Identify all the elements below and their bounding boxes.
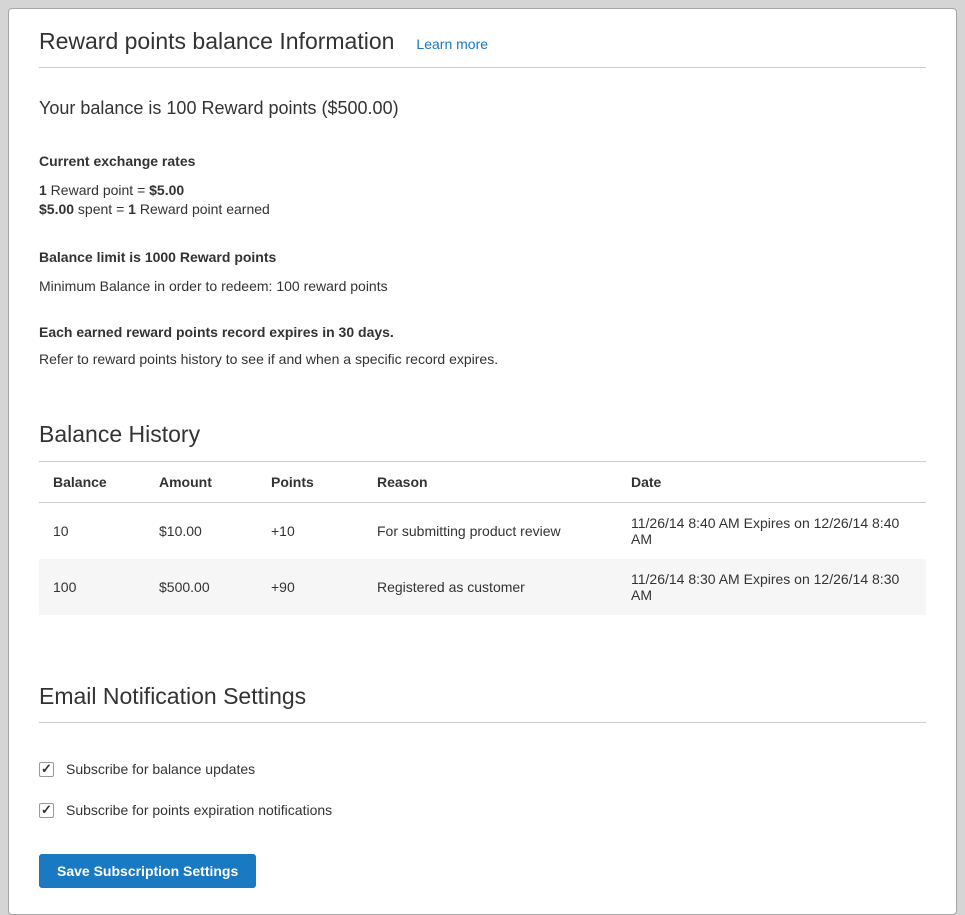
cell-balance: 10 — [39, 503, 145, 560]
balance-updates-checkbox[interactable] — [39, 762, 54, 777]
earn-rate-text: spent = — [74, 201, 128, 217]
table-row: 10 $10.00 +10 For submitting product rev… — [39, 503, 926, 560]
column-header-date: Date — [617, 462, 926, 503]
save-subscription-settings-button[interactable]: Save Subscription Settings — [39, 854, 256, 888]
redeem-rate-text: Reward point = — [47, 182, 149, 198]
cell-points: +90 — [257, 559, 363, 615]
balance-updates-checkbox-row[interactable]: Subscribe for balance updates — [39, 761, 926, 777]
cell-reason: For submitting product review — [363, 503, 617, 560]
cell-balance: 100 — [39, 559, 145, 615]
minimum-balance-text: Minimum Balance in order to redeem: 100 … — [39, 278, 926, 295]
expiration-rule-heading: Each earned reward points record expires… — [39, 324, 926, 340]
earn-rate-points: 1 — [128, 201, 136, 217]
email-notification-title: Email Notification Settings — [39, 682, 926, 710]
earn-rate-suffix: Reward point earned — [136, 201, 270, 217]
points-expiration-checkbox[interactable] — [39, 803, 54, 818]
exchange-rates-heading: Current exchange rates — [39, 153, 926, 169]
table-header-row: Balance Amount Points Reason Date — [39, 462, 926, 503]
exchange-rates-section: Current exchange rates 1 Reward point = … — [39, 153, 926, 219]
cell-points: +10 — [257, 503, 363, 560]
email-notification-section: Email Notification Settings Subscribe fo… — [39, 682, 926, 888]
earn-rate-amount: $5.00 — [39, 201, 74, 217]
column-header-points: Points — [257, 462, 363, 503]
balance-history-table: Balance Amount Points Reason Date 10 $10… — [39, 462, 926, 615]
expiration-note-text: Refer to reward points history to see if… — [39, 351, 926, 368]
cell-amount: $500.00 — [145, 559, 257, 615]
balance-updates-label: Subscribe for balance updates — [66, 761, 255, 777]
redeem-rate-line: 1 Reward point = $5.00 — [39, 181, 926, 200]
table-row: 100 $500.00 +90 Registered as customer 1… — [39, 559, 926, 615]
cell-amount: $10.00 — [145, 503, 257, 560]
redeem-rate-points: 1 — [39, 182, 47, 198]
redeem-rate-amount: $5.00 — [149, 182, 184, 198]
column-header-balance: Balance — [39, 462, 145, 503]
cell-date: 11/26/14 8:40 AM Expires on 12/26/14 8:4… — [617, 503, 926, 560]
cell-reason: Registered as customer — [363, 559, 617, 615]
balance-limit-heading: Balance limit is 1000 Reward points — [39, 249, 926, 265]
balance-history-section: Balance History Balance Amount Points Re… — [39, 420, 926, 615]
column-header-amount: Amount — [145, 462, 257, 503]
points-expiration-checkbox-row[interactable]: Subscribe for points expiration notifica… — [39, 802, 926, 818]
balance-summary: Your balance is 100 Reward points ($500.… — [39, 96, 926, 120]
page-header: Reward points balance Information Learn … — [39, 27, 926, 68]
balance-history-title: Balance History — [39, 420, 926, 448]
earn-rate-line: $5.00 spent = 1 Reward point earned — [39, 200, 926, 219]
reward-points-panel: Reward points balance Information Learn … — [8, 8, 957, 915]
column-header-reason: Reason — [363, 462, 617, 503]
cell-date: 11/26/14 8:30 AM Expires on 12/26/14 8:3… — [617, 559, 926, 615]
points-expiration-label: Subscribe for points expiration notifica… — [66, 802, 332, 818]
learn-more-link[interactable]: Learn more — [416, 36, 488, 52]
page-title: Reward points balance Information — [39, 27, 394, 55]
